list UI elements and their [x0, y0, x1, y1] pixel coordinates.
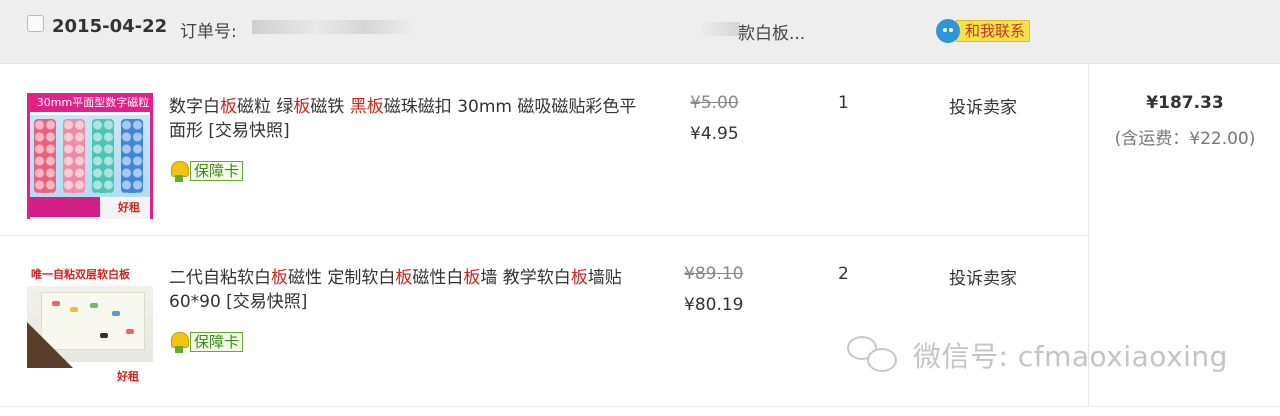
title-keyword: 板	[271, 268, 288, 288]
item-quantity: 1	[838, 93, 849, 113]
current-price: ¥4.95	[690, 124, 739, 144]
board-decoration	[126, 329, 134, 334]
order-number-label: 订单号:	[180, 22, 237, 42]
row-divider	[0, 406, 1280, 407]
complain-seller-link[interactable]: 投诉卖家	[949, 93, 1017, 118]
guarantee-badge-label: 保障卡	[190, 332, 244, 352]
title-text: 磁性 定制软白	[288, 268, 396, 288]
title-text: 二代自粘软白	[169, 268, 271, 288]
title-keyword: 板	[463, 268, 481, 288]
order-date: 2015-04-22	[52, 16, 168, 37]
product-thumbnail[interactable]: 唯一自粘双层软白板 好租	[27, 262, 153, 388]
item-title[interactable]: 数字白板磁粒 绿板磁铁 黑板磁珠磁扣 30mm 磁吸磁贴彩色平面形 [交易快照]	[169, 95, 644, 143]
magnet-column	[34, 119, 56, 193]
thumbnail-caption: 30mm平面型数字磁粒	[30, 93, 150, 112]
contact-seller-label: 和我联系	[956, 20, 1031, 42]
order-header: 2015-04-22 订单号: 款白板... 和我联系	[0, 0, 1280, 64]
title-text: 磁粒 绿	[237, 97, 294, 117]
magnet-column	[92, 119, 114, 193]
wechat-watermark: 微信号: cfmaoxiaoxing	[845, 332, 1228, 378]
title-text: 磁性白	[412, 268, 464, 288]
title-text: 磁铁	[310, 97, 350, 117]
title-text: 数字白	[169, 97, 220, 117]
original-price: ¥5.00	[690, 93, 739, 113]
complain-seller-link[interactable]: 投诉卖家	[949, 264, 1017, 289]
order-select-checkbox[interactable]	[27, 15, 44, 32]
title-keyword: 板	[220, 97, 237, 117]
chat-bubble-icon	[936, 19, 960, 43]
order-total: ¥187.33	[1146, 93, 1224, 113]
thumbnail-footer-bar	[30, 197, 100, 217]
current-price: ¥80.19	[684, 295, 744, 315]
board-decoration	[70, 307, 78, 312]
guarantee-flower-icon	[169, 160, 189, 182]
title-keyword: 板	[293, 97, 311, 117]
contact-seller-button[interactable]: 和我联系	[936, 19, 1031, 43]
shipping-fee: (含运费：¥22.00)	[1114, 129, 1256, 149]
original-price: ¥89.10	[684, 264, 744, 284]
title-text: 墙 教学软白	[480, 268, 571, 288]
order-number-redacted	[252, 20, 414, 34]
title-keyword: 黑板	[349, 97, 384, 117]
board-decoration	[100, 333, 108, 338]
item-title[interactable]: 二代自粘软白板磁性 定制软白板磁性白板墙 教学软白板墙贴 60*90 [交易快照…	[169, 266, 644, 314]
title-keyword: 板	[395, 268, 413, 288]
guarantee-badge[interactable]: 保障卡	[169, 159, 244, 183]
board-decoration	[52, 301, 60, 306]
board-decoration	[112, 311, 120, 316]
brand-logo: 好租	[118, 201, 140, 214]
watermark-text: 微信号: cfmaoxiaoxing	[913, 340, 1228, 373]
product-thumbnail[interactable]: 30mm平面型数字磁粒 好租	[27, 93, 153, 219]
shop-name-redacted	[700, 22, 740, 36]
item-quantity: 2	[838, 264, 849, 284]
peeled-corner	[27, 322, 73, 368]
board-decoration	[90, 303, 98, 308]
title-keyword: 板	[570, 268, 588, 288]
magnet-column	[63, 119, 85, 193]
guarantee-flower-icon	[169, 331, 189, 353]
thumbnail-caption: 唯一自粘双层软白板	[31, 268, 130, 281]
shop-name[interactable]: 款白板...	[738, 19, 805, 44]
row-divider	[0, 235, 1088, 236]
wechat-icon	[845, 332, 905, 378]
brand-logo: 好租	[117, 370, 139, 383]
guarantee-badge[interactable]: 保障卡	[169, 330, 244, 354]
guarantee-badge-label: 保障卡	[190, 161, 244, 181]
magnet-column	[121, 119, 143, 193]
